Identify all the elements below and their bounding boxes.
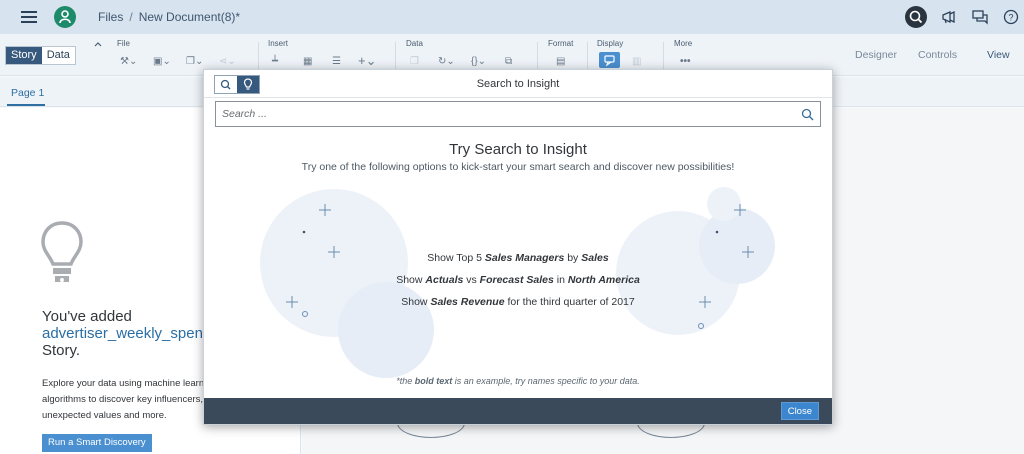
- format-icon[interactable]: ▤: [556, 56, 565, 67]
- suggestion-bold: North America: [567, 274, 640, 286]
- story-data-toggle: Story Data: [5, 46, 76, 65]
- view-button[interactable]: View: [987, 49, 1010, 61]
- suggestion-text: for the third quarter of 2017: [504, 296, 635, 308]
- toolbar-divider: [395, 42, 396, 70]
- dialog-header: Search to Insight: [204, 70, 832, 98]
- group-file-label: File: [117, 39, 130, 48]
- dialog-footer: Close: [204, 398, 832, 424]
- filter-icon[interactable]: ☰: [332, 56, 341, 67]
- tab-page-1[interactable]: Page 1: [11, 87, 44, 99]
- mode-story-button[interactable]: Story: [6, 47, 42, 64]
- group-display-label: Display: [597, 39, 624, 48]
- suggestion-bold: Sales: [581, 252, 609, 264]
- toolbar-divider: [663, 42, 664, 70]
- help-icon[interactable]: ?: [1003, 9, 1019, 25]
- dataset-name: advertiser_weekly_spend: [42, 325, 212, 342]
- search-icon[interactable]: [801, 108, 814, 121]
- save-icon[interactable]: ▣⌄: [153, 56, 171, 67]
- suggestion-item[interactable]: Show Actuals vs Forecast Sales in North …: [204, 274, 832, 286]
- shell-bar: Files / New Document(8)* ?: [0, 0, 1024, 34]
- search-input[interactable]: [222, 106, 782, 122]
- svg-text:?: ?: [1008, 13, 1013, 23]
- group-data-label: Data: [406, 39, 423, 48]
- share-icon: ⋖⌄: [219, 56, 236, 67]
- refresh-icon[interactable]: ↻⌄: [438, 56, 455, 67]
- hint-text: *the: [396, 376, 415, 386]
- hamburger-icon[interactable]: [21, 11, 37, 23]
- suggestion-bold: Sales Revenue: [430, 296, 505, 308]
- controls-button[interactable]: Controls: [918, 49, 957, 61]
- group-insert-label: Insert: [268, 39, 289, 48]
- suggestion-item[interactable]: Show Top 5 Sales Managers by Sales: [204, 252, 832, 264]
- try-title: Try Search to Insight: [449, 141, 587, 158]
- suggestion-text: by: [564, 252, 582, 264]
- search-icon[interactable]: [905, 6, 927, 28]
- dialog-title: Search to Insight: [476, 78, 560, 90]
- chart-icon[interactable]: ┷: [272, 56, 278, 67]
- hint-bold: bold text: [414, 376, 453, 386]
- grid-icon: ▥: [632, 56, 642, 67]
- suggestion-text: Show: [401, 296, 431, 308]
- mode-data-button[interactable]: Data: [41, 47, 75, 64]
- breadcrumb-separator: /: [129, 10, 133, 24]
- lightbulb-icon: [41, 221, 83, 282]
- suggestion-bold: Sales Managers: [484, 252, 565, 264]
- linked-icon[interactable]: ⧉: [505, 56, 512, 67]
- chevron-up-icon[interactable]: [94, 41, 102, 47]
- megaphone-icon[interactable]: [941, 9, 957, 25]
- example-hint: *the bold text is an example, try names …: [204, 376, 832, 386]
- data-copy-icon: ❐: [410, 56, 419, 67]
- formula-icon[interactable]: {}⌄: [471, 56, 486, 67]
- breadcrumb-files[interactable]: Files: [98, 10, 123, 24]
- copy-icon[interactable]: ❐⌄: [186, 56, 203, 67]
- group-more-label: More: [674, 39, 693, 48]
- suggestion-text: in: [553, 274, 568, 286]
- search-field[interactable]: [215, 101, 821, 127]
- breadcrumb: Files / New Document(8)*: [98, 10, 240, 24]
- close-button[interactable]: Close: [780, 402, 819, 420]
- search-to-insight-dialog: Search to Insight Try Search to Insight …: [203, 69, 833, 425]
- suggestion-text: Show: [396, 274, 426, 286]
- tab-indicator: [7, 104, 45, 106]
- discussion-icon[interactable]: [972, 9, 988, 25]
- designer-button[interactable]: Designer: [855, 49, 897, 61]
- hint-text: is an example, try names specific to you…: [452, 376, 640, 386]
- run-smart-discovery-button[interactable]: Run a Smart Discovery: [42, 434, 152, 452]
- suggestion-bold: Actuals: [425, 274, 464, 286]
- more-icon[interactable]: •••: [680, 56, 691, 67]
- suggestion-text: Show Top 5: [427, 252, 485, 264]
- suggestion-bold: Forecast Sales: [479, 274, 554, 286]
- suggestion-text: vs: [463, 274, 480, 286]
- toolbar-divider: [258, 42, 259, 70]
- tools-icon[interactable]: ⚒⌄: [120, 56, 137, 67]
- toolbar-divider: [587, 42, 588, 70]
- home-user-icon[interactable]: [54, 6, 76, 28]
- try-subtitle: Try one of the following options to kick…: [301, 161, 735, 173]
- suggestion-item[interactable]: Show Sales Revenue for the third quarter…: [204, 296, 832, 308]
- toolbar-divider: [537, 42, 538, 70]
- table-icon[interactable]: ▦: [303, 56, 312, 67]
- group-format-label: Format: [548, 39, 574, 48]
- comment-mode-icon[interactable]: [599, 52, 620, 68]
- document-title: New Document(8)*: [138, 10, 241, 24]
- add-icon[interactable]: +⌄: [358, 53, 376, 69]
